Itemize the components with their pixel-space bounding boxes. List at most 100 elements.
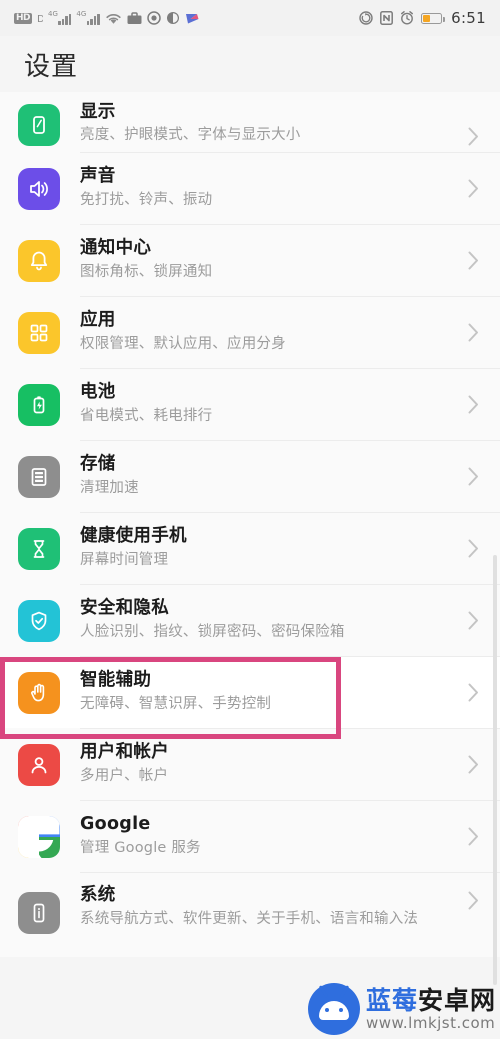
settings-row-digital-wellbeing[interactable]: 健康使用手机 屏幕时间管理: [0, 513, 500, 584]
watermark-brand-blue: 蓝莓: [365, 985, 418, 1015]
volte-dot-icon: D: [37, 12, 43, 24]
row-title: 用户和帐户: [80, 742, 169, 763]
row-text: 用户和帐户 多用户、帐户: [80, 742, 462, 786]
row-subtitle: 清理加速: [80, 480, 139, 497]
auto-rotate-icon: [359, 11, 373, 25]
chevron-right-icon: [462, 891, 484, 910]
chevron-right-icon: [462, 539, 484, 558]
row-title: 存储: [80, 454, 116, 475]
settings-row-smart-assistance[interactable]: 智能辅助 无障碍、智慧识屏、手势控制: [0, 657, 500, 728]
settings-row-users-accounts[interactable]: 用户和帐户 多用户、帐户: [0, 729, 500, 800]
do-not-disturb-icon: [147, 11, 161, 25]
chevron-right-icon: [462, 323, 484, 342]
row-title: 显示: [80, 101, 116, 122]
chevron-right-icon: [462, 467, 484, 486]
svg-text:D: D: [37, 14, 43, 24]
row-text: 系统 系统导航方式、软件更新、关于手机、语言和输入法: [80, 885, 462, 929]
watermark-brand-dark: 安卓网: [417, 985, 496, 1015]
hourglass-icon: [18, 527, 60, 570]
storage-icon: [18, 455, 60, 498]
row-subtitle: 系统导航方式、软件更新、关于手机、语言和输入法: [80, 910, 419, 927]
page-title-bar: 设置: [0, 36, 500, 92]
google-g-icon: [18, 815, 60, 858]
user-account-icon: [18, 743, 60, 786]
row-text: 显示 亮度、护眼模式、字体与显示大小: [80, 102, 462, 146]
row-title: 健康使用手机: [80, 526, 187, 547]
settings-row-display[interactable]: 显示 亮度、护眼模式、字体与显示大小: [0, 92, 500, 152]
battery-icon: [18, 383, 60, 426]
chevron-right-icon: [462, 251, 484, 270]
row-subtitle: 屏幕时间管理: [80, 552, 169, 569]
row-text: 应用 权限管理、默认应用、应用分身: [80, 310, 462, 354]
chevron-right-icon: [462, 683, 484, 702]
watermark-url: www.lmkjst.com: [365, 1013, 496, 1032]
row-title: 智能辅助: [80, 670, 152, 691]
sim1-signal-icon: 4G: [48, 10, 72, 25]
chevron-right-icon: [462, 395, 484, 414]
row-subtitle: 多用户、帐户: [80, 768, 169, 785]
briefcase-work-icon: [127, 11, 142, 25]
alarm-clock-icon: [400, 11, 414, 25]
android-robot-icon: [307, 983, 360, 1035]
row-subtitle: 亮度、护眼模式、字体与显示大小: [80, 127, 301, 144]
hand-accessibility-icon: [18, 671, 60, 714]
row-subtitle: 图标角标、锁屏通知: [80, 264, 213, 281]
row-text: 声音 免打扰、铃声、振动: [80, 166, 462, 210]
settings-row-google[interactable]: Google 管理 Google 服务: [0, 801, 500, 872]
settings-list[interactable]: 显示 亮度、护眼模式、字体与显示大小 声音 免打扰、铃声、振动 通知中心 图标角…: [0, 92, 500, 957]
wechat-share-icon: [185, 11, 200, 25]
hd-volte-icon: HD: [14, 12, 33, 24]
settings-row-sound[interactable]: 声音 免打扰、铃声、振动: [0, 153, 500, 224]
row-text: 通知中心 图标角标、锁屏通知: [80, 238, 462, 282]
chevron-right-icon: [462, 755, 484, 774]
display-icon: [18, 104, 60, 146]
status-bar-right: 6:51: [359, 9, 486, 27]
sim1-network-label: 4G: [48, 10, 58, 18]
settings-row-battery[interactable]: 电池 省电模式、耗电排行: [0, 369, 500, 440]
watermark-text: 蓝莓安卓网 www.lmkjst.com: [366, 988, 496, 1031]
row-text: 健康使用手机 屏幕时间管理: [80, 526, 462, 570]
settings-row-security-privacy[interactable]: 安全和隐私 人脸识别、指纹、锁屏密码、密码保险箱: [0, 585, 500, 656]
status-bar-left: HD D 4G 4G: [14, 11, 200, 25]
row-subtitle: 人脸识别、指纹、锁屏密码、密码保险箱: [80, 624, 345, 641]
row-title: 电池: [80, 382, 116, 403]
row-text: 存储 清理加速: [80, 454, 462, 498]
notification-bell-icon: [18, 239, 60, 282]
row-subtitle: 无障碍、智慧识屏、手势控制: [80, 696, 272, 713]
row-title: Google: [80, 814, 151, 835]
status-bar-clock: 6:51: [451, 9, 486, 27]
row-title: 应用: [80, 310, 116, 331]
settings-row-storage[interactable]: 存储 清理加速: [0, 441, 500, 512]
page-title: 设置: [24, 51, 79, 82]
row-title: 安全和隐私: [80, 598, 169, 619]
row-subtitle: 免打扰、铃声、振动: [80, 192, 213, 209]
row-title: 通知中心: [80, 238, 152, 259]
apps-grid-icon: [18, 311, 60, 354]
site-watermark: 蓝莓安卓网 www.lmkjst.com: [307, 983, 496, 1035]
row-subtitle: 管理 Google 服务: [80, 840, 201, 857]
settings-row-system[interactable]: 系统 系统导航方式、软件更新、关于手机、语言和输入法: [0, 873, 500, 957]
row-subtitle: 省电模式、耗电排行: [80, 408, 213, 425]
sim2-signal-icon: 4G: [76, 10, 100, 25]
nfc-icon: [380, 11, 394, 25]
sim2-network-label: 4G: [76, 10, 87, 18]
status-bar: HD D 4G 4G 6:51: [0, 0, 500, 36]
settings-row-apps[interactable]: 应用 权限管理、默认应用、应用分身: [0, 297, 500, 368]
headset-icon: [166, 11, 180, 25]
row-text: 电池 省电模式、耗电排行: [80, 382, 462, 426]
row-text: Google 管理 Google 服务: [80, 814, 462, 858]
phone-screen: HD D 4G 4G 6:51 设置 显示 亮度、护眼模式、字体与显示大小 声音…: [0, 0, 500, 1039]
chevron-right-icon: [462, 127, 484, 146]
chevron-right-icon: [462, 827, 484, 846]
row-text: 智能辅助 无障碍、智慧识屏、手势控制: [80, 670, 462, 714]
highlighted-row-wrapper: 智能辅助 无障碍、智慧识屏、手势控制: [0, 657, 500, 739]
system-info-icon: [18, 892, 60, 934]
row-subtitle: 权限管理、默认应用、应用分身: [80, 336, 286, 353]
shield-check-icon: [18, 599, 60, 642]
chevron-right-icon: [462, 179, 484, 198]
row-text: 安全和隐私 人脸识别、指纹、锁屏密码、密码保险箱: [80, 598, 462, 642]
row-title: 声音: [80, 166, 116, 187]
settings-row-notifications[interactable]: 通知中心 图标角标、锁屏通知: [0, 225, 500, 296]
scrollbar-thumb[interactable]: [493, 555, 497, 985]
row-title: 系统: [80, 885, 116, 905]
